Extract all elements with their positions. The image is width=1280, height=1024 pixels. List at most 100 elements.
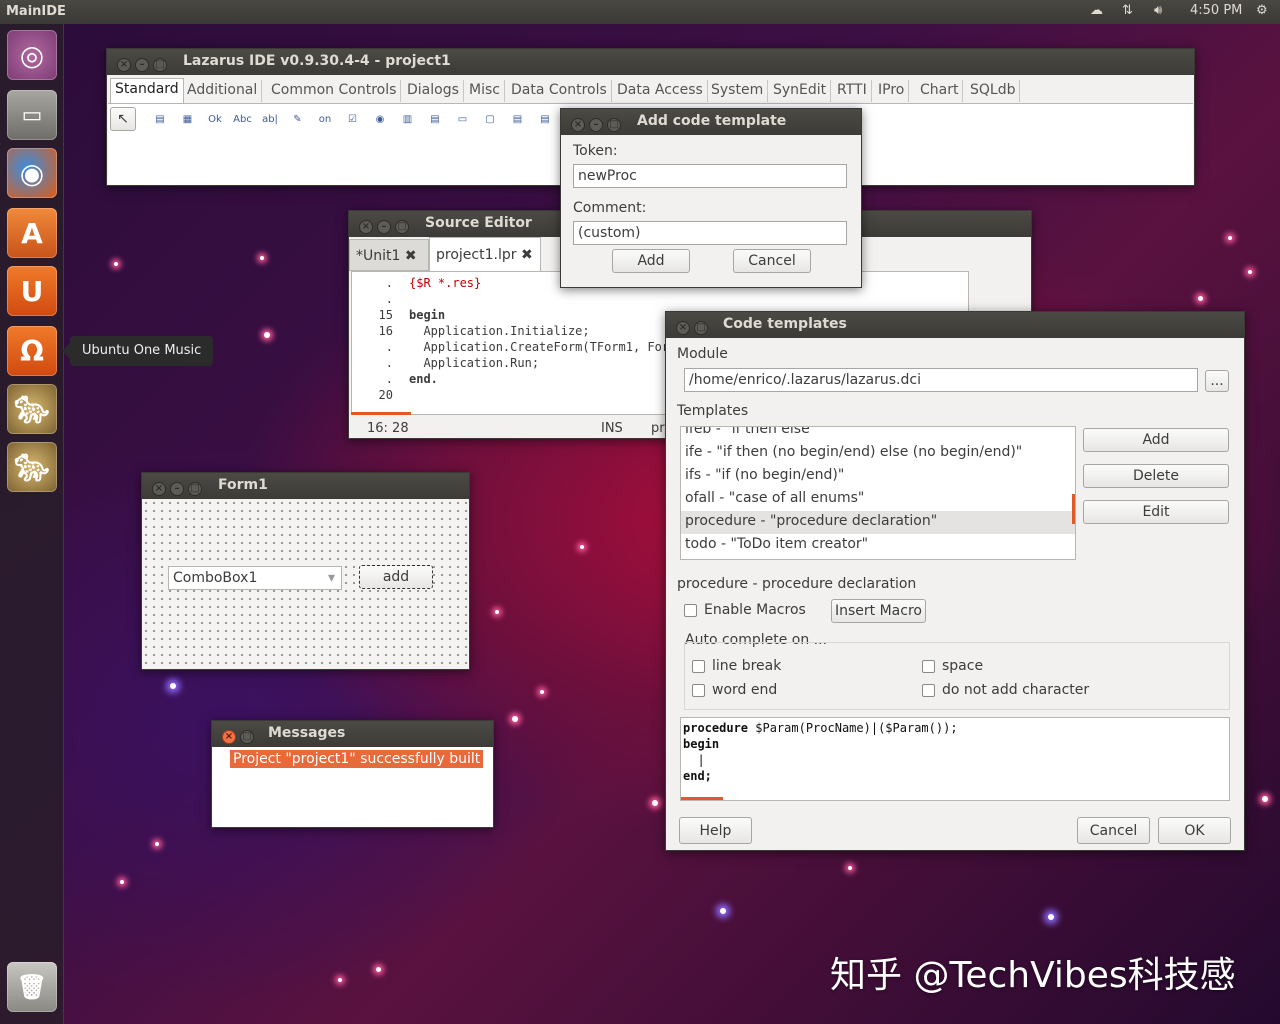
ubuntu-one-icon[interactable]: U [7, 266, 57, 316]
palette-tab-ipro[interactable]: IPro [874, 80, 910, 102]
maximize-icon[interactable]: □ [153, 58, 167, 72]
component-icon[interactable]: ▢ [480, 110, 500, 128]
template-list-item[interactable]: ifeb - "if then else" [681, 427, 1075, 442]
status-extra: pr [651, 421, 665, 436]
component-icon[interactable]: ▦ [178, 110, 198, 128]
lazarus-icon[interactable]: 🐆︎ [7, 384, 57, 434]
close-icon[interactable]: ✖ [405, 248, 417, 264]
template-code-line: begin [683, 737, 720, 751]
help-button[interactable]: Help [679, 817, 752, 844]
component-icon[interactable]: on [315, 110, 335, 128]
edit-template-button[interactable]: Edit [1083, 500, 1229, 524]
palette-tab-misc[interactable]: Misc [465, 80, 505, 102]
space-checkbox[interactable] [922, 660, 935, 673]
close-icon[interactable]: × [152, 482, 166, 496]
maximize-icon[interactable]: □ [240, 730, 254, 744]
maximize-icon[interactable]: □ [395, 220, 409, 234]
maximize-icon[interactable]: □ [694, 321, 708, 335]
launcher: ◎ ▭ ◉ A U Ω 🐆︎ 🐆︎ 🗑︎ [0, 24, 64, 1024]
firefox-icon[interactable]: ◉ [7, 148, 57, 198]
palette-tab-data-controls[interactable]: Data Controls [507, 80, 612, 102]
add-button[interactable]: Add [612, 249, 690, 273]
component-icon[interactable]: ▥ [398, 110, 418, 128]
comment-input[interactable]: (custom) [573, 221, 847, 245]
palette-tab-chart[interactable]: Chart [916, 80, 964, 102]
template-list-item[interactable]: procedure - "procedure declaration" [681, 511, 1075, 534]
enable-macros-checkbox[interactable] [684, 604, 697, 617]
build-message[interactable]: Project "project1" successfully built [230, 750, 484, 768]
component-icon[interactable]: ab| [260, 110, 280, 128]
cancel-button[interactable]: Cancel [733, 249, 811, 273]
delete-template-button[interactable]: Delete [1083, 464, 1229, 488]
maximize-icon[interactable]: □ [188, 482, 202, 496]
palette-tab-sqldb[interactable]: SQLdb [966, 80, 1021, 102]
add-form-button[interactable]: add [359, 565, 433, 589]
component-icon[interactable]: ▤ [508, 110, 528, 128]
palette-tab-additional[interactable]: Additional [183, 80, 263, 102]
template-list-item[interactable]: todo - "ToDo item creator" [681, 534, 1075, 557]
component-icon[interactable]: ▤ [535, 110, 555, 128]
template-code-line: end; [683, 769, 712, 783]
clock[interactable]: 4:50 PM [1190, 3, 1242, 18]
component-icon[interactable]: ▤ [425, 110, 445, 128]
space-label: space [942, 658, 984, 674]
line-break-checkbox[interactable] [692, 660, 705, 673]
module-path-input[interactable]: /home/enrico/.lazarus/lazarus.dci [684, 368, 1198, 392]
template-list-item[interactable]: ife - "if then (no begin/end) else (no b… [681, 442, 1075, 465]
minimize-icon[interactable]: – [135, 58, 149, 72]
browse-button[interactable]: ... [1205, 370, 1229, 392]
minimize-icon[interactable]: – [170, 482, 184, 496]
ubuntu-dash-icon[interactable]: ◎ [7, 30, 57, 80]
lazarus-icon[interactable]: 🐆︎ [7, 442, 57, 492]
software-center-icon[interactable]: A [7, 208, 57, 258]
minimize-icon[interactable]: – [377, 220, 391, 234]
add-template-button[interactable]: Add [1083, 428, 1229, 452]
do-not-add-character-checkbox[interactable] [922, 684, 935, 697]
close-icon[interactable]: × [117, 58, 131, 72]
scrollbar-indicator [681, 797, 723, 800]
palette-tab-system[interactable]: System [707, 80, 769, 102]
close-icon[interactable]: × [359, 220, 373, 234]
token-input[interactable]: newProc [573, 164, 847, 188]
cancel-button[interactable]: Cancel [1077, 817, 1150, 844]
insert-macro-button[interactable]: Insert Macro [831, 599, 926, 623]
word-end-checkbox[interactable] [692, 684, 705, 697]
templates-list[interactable]: ifeb - "if then else" ife - "if then (no … [680, 426, 1076, 560]
component-icon[interactable]: Abc [233, 110, 253, 128]
close-icon[interactable]: ✖ [521, 247, 533, 263]
component-icon[interactable]: ◉ [370, 110, 390, 128]
minimize-icon[interactable]: – [589, 118, 603, 132]
component-icon[interactable]: ▭ [453, 110, 473, 128]
files-icon[interactable]: ▭ [7, 90, 57, 140]
ok-button[interactable]: OK [1158, 817, 1231, 844]
component-icon[interactable]: ▤ [150, 110, 170, 128]
tab-unit1[interactable]: *Unit1 ✖ [349, 239, 429, 271]
palette-tab-standard[interactable]: Standard [110, 78, 184, 103]
palette-tab-rtti[interactable]: RTTI [833, 80, 872, 102]
cloud-icon[interactable]: ☁ [1090, 3, 1103, 18]
palette-tab-synedit[interactable]: SynEdit [769, 80, 832, 102]
template-list-item[interactable]: ifs - "if (no begin/end)" [681, 465, 1075, 488]
trash-icon[interactable]: 🗑︎ [7, 962, 57, 1012]
close-icon[interactable]: × [222, 730, 236, 744]
palette-tab-dialogs[interactable]: Dialogs [403, 80, 464, 102]
watermark: 知乎 @TechVibes科技感 [830, 955, 1236, 996]
volume-icon[interactable]: 🔊︎ [1154, 3, 1162, 18]
palette-tab-common-controls[interactable]: Common Controls [267, 80, 402, 102]
component-icon[interactable]: ✎ [288, 110, 308, 128]
tab-project1-lpr[interactable]: project1.lpr ✖ [429, 237, 541, 271]
maximize-icon[interactable]: □ [607, 118, 621, 132]
close-icon[interactable]: × [676, 321, 690, 335]
template-code-editor[interactable]: procedure $Param(ProcName)|($Param()); be… [680, 717, 1230, 801]
component-icon[interactable]: ☑ [343, 110, 363, 128]
pointer-tool-button[interactable]: ↖ [110, 107, 136, 131]
palette-tab-data-access[interactable]: Data Access [613, 80, 708, 102]
ubuntu-one-music-icon[interactable]: Ω [7, 326, 57, 376]
network-icon[interactable]: ⇅ [1122, 3, 1133, 18]
component-icon[interactable]: Ok [205, 110, 225, 128]
gear-icon[interactable]: ⚙ [1256, 3, 1268, 18]
list-scrollbar[interactable] [1072, 494, 1075, 524]
combobox1[interactable]: ComboBox1 ▾ [168, 566, 342, 590]
template-list-item[interactable]: ofall - "case of all enums" [681, 488, 1075, 511]
close-icon[interactable]: × [571, 118, 585, 132]
